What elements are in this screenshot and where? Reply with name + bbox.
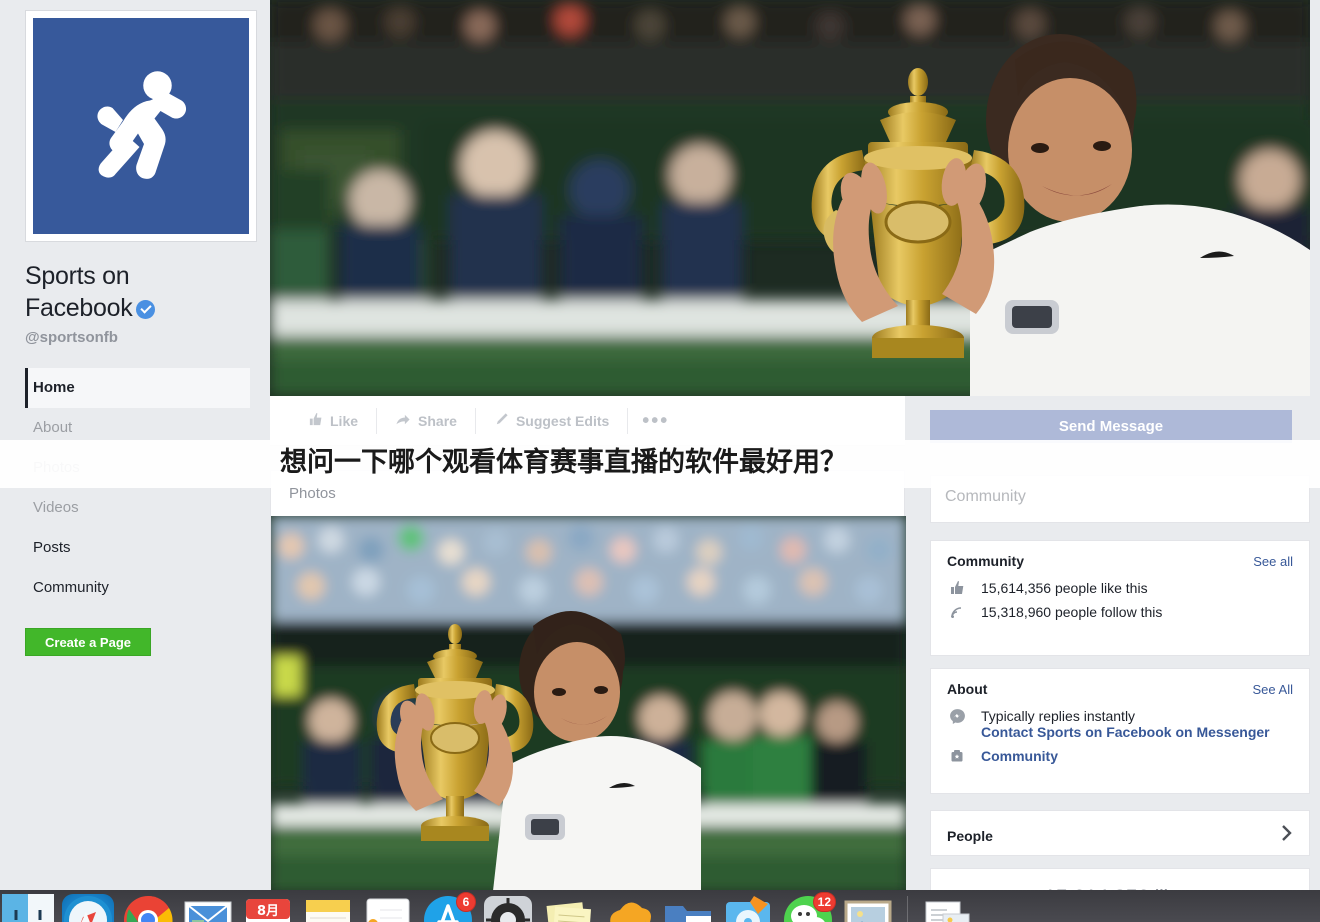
about-category-link[interactable]: Community xyxy=(981,748,1058,764)
mail-icon[interactable] xyxy=(182,894,234,922)
share-arrow-icon xyxy=(395,412,411,430)
sidebar-item-label: Home xyxy=(33,379,75,396)
about-messenger-link[interactable]: Contact Sports on Facebook on Messenger xyxy=(981,724,1270,740)
page-identity: Sports on Facebook @sportsonfb xyxy=(25,260,255,346)
share-button[interactable]: Share xyxy=(377,407,476,434)
page-action-bar: Like Share Suggest Edits ••• xyxy=(270,396,905,446)
about-messenger-text: Typically replies instantly Contact Spor… xyxy=(981,708,1270,740)
system-preferences-icon[interactable] xyxy=(482,894,534,922)
thumbs-up-icon xyxy=(947,580,967,596)
about-category-row: Community xyxy=(931,745,1309,769)
preview-icon[interactable] xyxy=(842,894,894,922)
suggest-edits-label: Suggest Edits xyxy=(515,412,610,429)
folder-icon[interactable] xyxy=(662,894,714,922)
more-options-button[interactable]: ••• xyxy=(628,408,683,434)
community-card-title: Community xyxy=(947,553,1024,569)
messenger-icon xyxy=(947,708,967,725)
community-follows-row: 15,318,960 people follow this xyxy=(931,601,1309,625)
stickies-icon[interactable] xyxy=(542,894,594,922)
about-card: About See All Typically replies instantl… xyxy=(930,668,1310,794)
community-card-header: Community See all xyxy=(931,541,1309,577)
safari-icon[interactable] xyxy=(62,894,114,922)
running-person-icon xyxy=(33,18,249,234)
about-messenger-row: Typically replies instantly Contact Spor… xyxy=(931,705,1309,745)
community-follows-text: 15,318,960 people follow this xyxy=(981,604,1163,620)
page-name-line-1: Sports on xyxy=(25,262,130,290)
create-page-label: Create a Page xyxy=(45,634,131,650)
send-message-button[interactable]: Send Message xyxy=(930,410,1292,443)
page-handle: @sportsonfb xyxy=(25,329,118,346)
share-label: Share xyxy=(418,412,457,429)
page-nav: Home About Photos Videos Posts Community xyxy=(25,368,250,608)
about-see-all-link[interactable]: See All xyxy=(1253,682,1293,697)
about-replies-text: Typically replies instantly xyxy=(981,708,1136,724)
svg-text:8月: 8月 xyxy=(257,904,279,919)
downloads-stack-icon[interactable] xyxy=(921,894,973,922)
community-card: Community See all 15,614,356 people like… xyxy=(930,540,1310,656)
app-store-badge: 6 xyxy=(456,892,476,912)
sidebar-item-posts[interactable]: Posts xyxy=(25,528,250,568)
photo-thumbnail[interactable] xyxy=(271,516,906,891)
like-button[interactable]: Like xyxy=(290,407,378,434)
page-title: Sports on Facebook xyxy=(25,260,255,324)
sidebar-item-community[interactable]: Community xyxy=(25,568,250,608)
macos-dock: 8月 6 12 xyxy=(0,890,1320,922)
page-profile-picture[interactable] xyxy=(25,10,257,242)
send-message-label: Send Message xyxy=(1058,418,1164,435)
create-a-page-button[interactable]: Create a Page xyxy=(25,628,151,656)
sidebar-item-home[interactable]: Home xyxy=(25,368,250,408)
thumbs-up-icon xyxy=(308,412,323,430)
sidebar-item-label: Posts xyxy=(33,539,71,556)
notes-icon[interactable] xyxy=(302,894,354,922)
pencil-icon xyxy=(494,412,509,430)
contacts-icon[interactable] xyxy=(362,894,414,922)
like-label: Like xyxy=(330,412,359,429)
wechat-icon[interactable]: 12 xyxy=(782,892,836,922)
finder-icon[interactable] xyxy=(2,894,54,922)
app-store-icon[interactable]: 6 xyxy=(422,892,476,922)
page-name-line-2: Facebook xyxy=(25,294,133,322)
people-card-header: People xyxy=(931,811,1309,860)
people-card[interactable]: People xyxy=(930,810,1310,856)
suggest-edits-button[interactable]: Suggest Edits xyxy=(476,407,629,434)
chevron-right-icon[interactable] xyxy=(1281,824,1293,847)
page-category-icon xyxy=(947,748,967,764)
cloud-app-icon[interactable] xyxy=(602,894,654,922)
photos-card: Photos xyxy=(270,470,906,891)
about-card-title: About xyxy=(947,681,988,697)
overlay-headline: 想问一下哪个观看体育赛事直播的软件最好用？ xyxy=(280,447,847,478)
calendar-icon[interactable]: 8月 xyxy=(242,894,294,922)
chrome-icon[interactable] xyxy=(122,894,174,922)
people-card-title: People xyxy=(947,827,993,844)
ellipsis-icon: ••• xyxy=(642,409,670,432)
verified-badge-icon xyxy=(136,300,156,319)
rss-feed-icon xyxy=(947,604,967,620)
sidebar-item-videos[interactable]: Videos xyxy=(25,488,250,528)
sidebar-item-label: About xyxy=(33,419,73,436)
sidebar-item-label: Videos xyxy=(33,499,79,516)
community-likes-row: 15,614,356 people like this xyxy=(931,577,1309,601)
community-see-all-link[interactable]: See all xyxy=(1253,554,1293,569)
community-likes-text: 15,614,356 people like this xyxy=(981,580,1148,596)
wechat-badge: 12 xyxy=(812,892,836,912)
sidebar-item-label: Community xyxy=(33,579,109,596)
about-card-header: About See All xyxy=(931,669,1309,705)
disk-utility-icon[interactable] xyxy=(722,894,774,922)
dock-separator xyxy=(907,896,908,922)
